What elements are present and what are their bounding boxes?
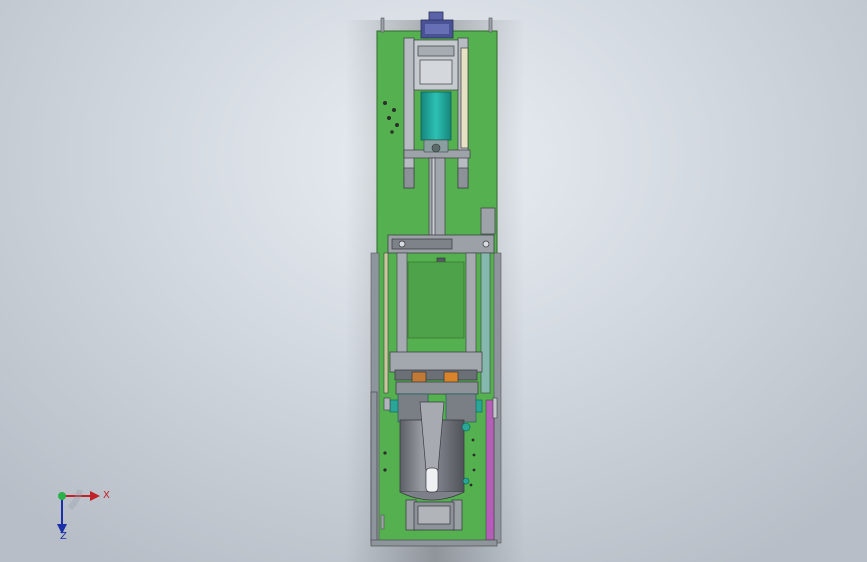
servo-motor <box>420 11 454 39</box>
orientation-triad[interactable]: X Z <box>40 478 120 548</box>
plate-bottom-edge <box>370 539 498 547</box>
triad-axes <box>57 489 100 534</box>
graphics-viewport[interactable]: X Z <box>0 0 867 562</box>
cad-model-assembly[interactable] <box>0 0 867 562</box>
x-axis-label: X <box>103 490 110 501</box>
triad-shade <box>67 489 83 511</box>
z-axis-label: Z <box>60 531 67 542</box>
x-axis-arrow <box>90 491 100 501</box>
teal-actuator <box>420 91 452 153</box>
y-axis-dot <box>58 492 66 500</box>
bottom-block <box>405 499 463 531</box>
lower-crossbar <box>389 351 483 395</box>
